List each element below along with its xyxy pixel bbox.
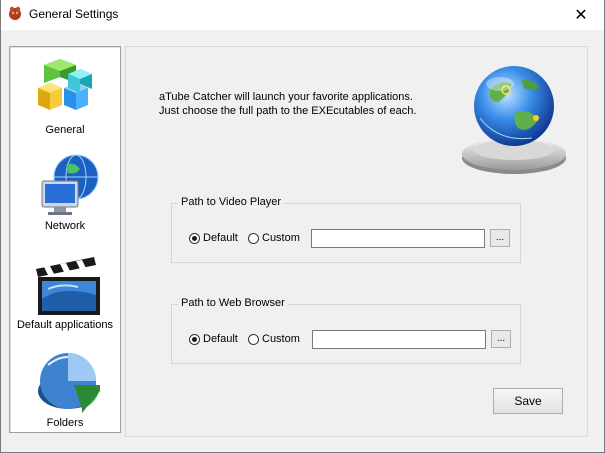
app-icon: [9, 6, 21, 20]
video-player-group-title: Path to Video Player: [178, 196, 285, 208]
video-player-path-input[interactable]: [311, 229, 485, 248]
web-browser-default-label: Default: [203, 333, 238, 345]
web-browser-browse-button[interactable]: ...: [491, 330, 511, 348]
video-player-default-label: Default: [203, 232, 238, 244]
network-globe-icon: [41, 154, 99, 215]
video-player-custom-radio[interactable]: Custom: [248, 232, 300, 244]
web-browser-custom-radio[interactable]: Custom: [248, 333, 300, 345]
window-title: General Settings: [29, 7, 119, 21]
pie-chart-icon: [38, 353, 100, 413]
sidebar-item-general[interactable]: General: [10, 49, 120, 143]
web-browser-default-radio[interactable]: Default: [189, 333, 238, 345]
sidebar-item-label: Default applications: [16, 319, 113, 331]
web-browser-group-title: Path to Web Browser: [178, 297, 288, 309]
sidebar-item-label: General: [45, 124, 85, 136]
sidebar-item-network[interactable]: Network: [10, 147, 120, 241]
sidebar-item-folders[interactable]: Folders: [10, 339, 120, 433]
title-bar[interactable]: General Settings ✕: [1, 0, 604, 30]
close-icon: ✕: [574, 7, 588, 24]
radio-unchecked-icon: [248, 232, 259, 244]
sidebar-item-default-applications[interactable]: Default applications: [10, 243, 120, 337]
radio-unchecked-icon: [248, 333, 259, 345]
globe-icon: [462, 66, 566, 174]
cubes-icon: [38, 59, 92, 110]
intro-text: aTube Catcher will launch your favorite …: [159, 91, 417, 117]
sidebar: General Network Default applications Fol…: [9, 46, 121, 433]
video-player-default-radio[interactable]: Default: [189, 232, 238, 244]
settings-window: General Settings ✕ General Network Defau…: [0, 0, 605, 453]
close-button[interactable]: ✕: [558, 0, 604, 30]
sidebar-item-label: Network: [44, 220, 86, 232]
radio-checked-icon: [189, 232, 200, 244]
clapperboard-icon: [36, 257, 100, 315]
web-browser-path-input[interactable]: [312, 330, 486, 349]
save-button[interactable]: Save: [493, 388, 563, 414]
video-player-custom-label: Custom: [262, 232, 300, 244]
sidebar-item-label: Folders: [46, 417, 84, 429]
video-player-browse-button[interactable]: ...: [490, 229, 510, 247]
radio-checked-icon: [189, 333, 200, 345]
web-browser-custom-label: Custom: [262, 333, 300, 345]
